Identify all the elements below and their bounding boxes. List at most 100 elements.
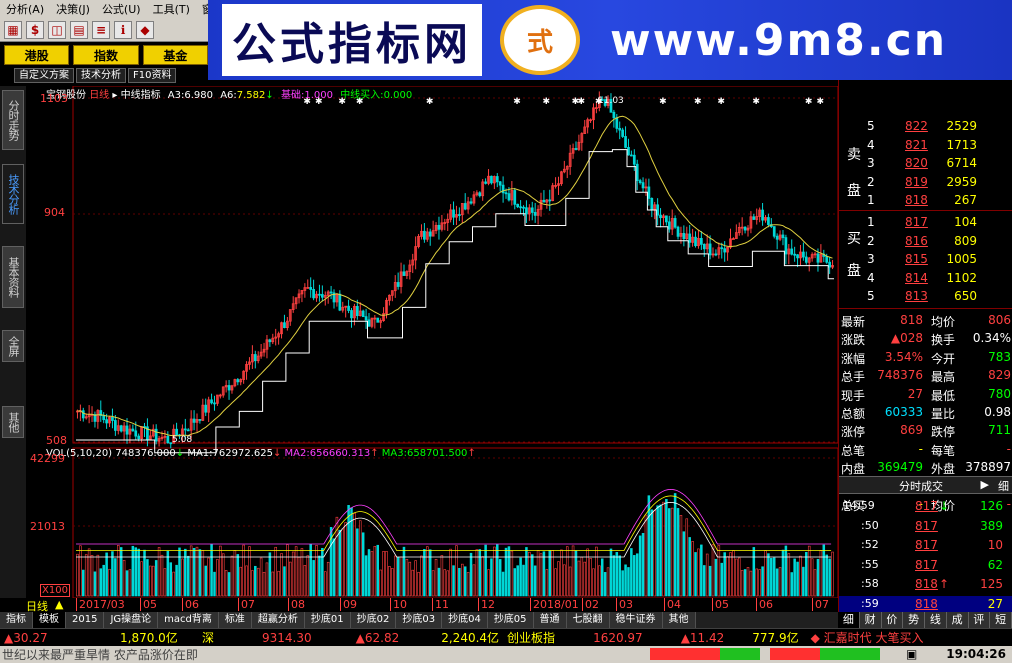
play-icon[interactable]: ▶ (981, 478, 989, 491)
tab-hk[interactable]: 港股 (4, 45, 70, 65)
formula-tab[interactable]: 标准 (218, 612, 252, 628)
candle-body (463, 203, 467, 210)
rtab-3[interactable]: 势 (903, 612, 925, 628)
kline-chart[interactable]: ✱ ✱ ✱ ✱ ✱ ✱ ✱ ✱ ✱ ✱ ✱ ✱ ✱ ✱ ✱ ✱ 宝钢股份 日线 ▸ 中线指标 A3:6.980… (26, 86, 838, 598)
stat-row: 内盘 369479 外盘 378897 (839, 459, 1012, 477)
volume-bar (251, 570, 254, 597)
vtab-fullscreen[interactable]: 全屏 (2, 330, 24, 362)
market-tabs: 港股 指数 基金 (0, 44, 208, 66)
tab-tech-analysis[interactable]: 技术分析 (76, 68, 126, 83)
grid-icon[interactable]: ▦ (4, 20, 22, 39)
formula-tab[interactable]: 抄底04 (442, 612, 488, 628)
rtab-7[interactable]: 短 (990, 612, 1012, 628)
tick-volume: 125 (980, 577, 1003, 591)
diamond-icon[interactable]: ◆ (136, 20, 154, 39)
dollar-icon[interactable]: $ (26, 20, 44, 39)
rtab-1[interactable]: 财 (860, 612, 882, 628)
volume-bar (764, 550, 767, 597)
vtab-fundamental[interactable]: 基本资料 (2, 246, 24, 308)
candle-body (650, 197, 654, 210)
menu-tools[interactable]: 工具(T) (147, 1, 196, 17)
stat-label-2: 外盘 (931, 462, 956, 477)
volume-bar (84, 554, 88, 597)
candle-body (350, 310, 353, 319)
volume-bar (294, 546, 298, 597)
rtab-5[interactable]: 成 (947, 612, 969, 628)
rtab-2[interactable]: 价 (882, 612, 904, 628)
menu-decision[interactable]: 决策(J) (50, 1, 96, 17)
connection-icon[interactable]: ▣ (906, 647, 917, 661)
formula-tab[interactable]: 抄底02 (350, 612, 397, 628)
rtab-0[interactable]: 细 (838, 612, 860, 628)
volume-bar (326, 561, 330, 597)
formula-tab[interactable]: 其他 (662, 612, 696, 628)
ticker-text[interactable]: 世纪以来最严重旱情 农产品涨价在即 (2, 646, 198, 663)
formula-tab[interactable]: JG操盘论 (104, 612, 159, 628)
formula-tab[interactable]: 超赢分析 (251, 612, 305, 628)
formula-tab[interactable]: 抄底03 (396, 612, 443, 628)
stat-label: 涨跌 (841, 333, 866, 348)
candle-body (364, 316, 368, 321)
tile-icon[interactable]: ▤ (70, 20, 88, 39)
ask-price: 820 (905, 156, 928, 171)
volume-bar (373, 545, 377, 597)
ask-volume: 6714 (946, 156, 977, 171)
info-icon[interactable]: ℹ (114, 20, 132, 39)
tab-index[interactable]: 指数 (73, 45, 139, 65)
formula-tab[interactable]: 2015 (66, 612, 105, 628)
rtab-4[interactable]: 线 (925, 612, 947, 628)
status-sh-change: ▲30.27 (4, 630, 48, 645)
chart-icon[interactable]: ◫ (48, 20, 66, 39)
volume-bar (767, 553, 770, 597)
volume-bar (154, 560, 158, 597)
candle-body (114, 420, 117, 431)
rtab-6[interactable]: 评 (969, 612, 991, 628)
bid-price: 817 (905, 215, 928, 229)
candle-body (137, 435, 141, 440)
formula-tab[interactable]: 指标 (0, 612, 33, 628)
volume-bar (262, 571, 266, 597)
tab-f10[interactable]: F10资料 (128, 68, 177, 83)
ask-volume: 2959 (946, 174, 977, 189)
vtab-other[interactable]: 其他 (2, 406, 24, 438)
formula-tab[interactable]: 七股翻 (566, 612, 610, 628)
volume-bar (254, 565, 257, 597)
formula-tab[interactable]: 模板 (33, 612, 66, 628)
formula-tab[interactable]: 抄底01 (304, 612, 351, 628)
candle-body (767, 217, 770, 225)
tick-time: :58 (861, 577, 879, 590)
lines-icon[interactable]: ≡ (92, 20, 110, 39)
ticks-detail-button[interactable]: 细 (998, 478, 1009, 494)
tab-fund[interactable]: 基金 (142, 45, 208, 65)
volume-bar (679, 515, 683, 597)
status-alert[interactable]: ◆ 汇嘉时代 大笔买入 (807, 629, 928, 646)
candle-body (781, 234, 785, 239)
candle-body (204, 404, 208, 413)
tick-volume: 389 (980, 518, 1003, 533)
volume-bar (224, 570, 228, 597)
formula-tab[interactable]: 稳牛证券 (609, 612, 663, 628)
vtab-technical[interactable]: 技术分析 (2, 164, 24, 224)
volume-bar (108, 568, 111, 597)
tab-custom-scheme[interactable]: 自定义方案 (14, 68, 74, 83)
chart-svg[interactable]: ✱ ✱ ✱ ✱ ✱ ✱ ✱ ✱✱ ✱ ✱ ✱ ✱ ✱ ✱ ✱ (26, 86, 838, 598)
ma1-value: 762972.625 (212, 448, 273, 459)
x-tick-label: 10 (390, 598, 407, 611)
formula-tab[interactable]: macd背离 (158, 612, 219, 628)
candle-body (268, 339, 272, 343)
formula-tab[interactable]: 普通 (533, 612, 567, 628)
volume-bar (245, 565, 248, 597)
volume-bar (805, 551, 808, 597)
menu-analysis[interactable]: 分析(A) (0, 1, 50, 17)
volume-bar (274, 546, 277, 597)
formula-tab[interactable]: 抄底05 (487, 612, 534, 628)
volume-bar (446, 570, 449, 597)
volume-bar (630, 548, 633, 597)
menu-formula[interactable]: 公式(U) (96, 1, 147, 17)
volume-bar (137, 548, 140, 597)
volume-bar (423, 549, 426, 597)
vol-value: 748376.000 (115, 448, 176, 459)
vtab-intraday[interactable]: 分时走势 (2, 90, 24, 150)
volume-bar (259, 557, 263, 597)
ask-volume: 267 (954, 193, 977, 208)
